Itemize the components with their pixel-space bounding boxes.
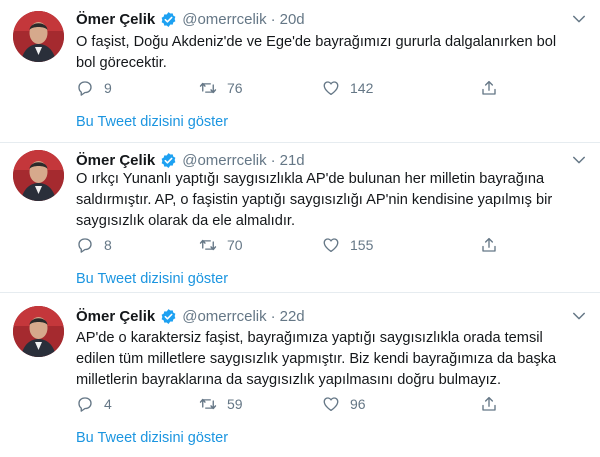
tweet[interactable]: Ömer Çelik @omerrcelik · 20d O faşist, D…: [0, 0, 600, 143]
share-button[interactable]: [480, 395, 498, 413]
tweet-text-line: saygısızlık olarak da ele almalıdır.: [76, 213, 296, 229]
share-icon: [482, 80, 496, 95]
verified-badge-icon: [161, 152, 176, 168]
retweet-icon: [199, 239, 217, 251]
author-handle[interactable]: @omerrcelik: [182, 152, 266, 169]
author-name[interactable]: Ömer Çelik: [76, 152, 155, 169]
like-icon: [323, 397, 339, 412]
tweet-text-line: O faşist, Doğu Akdeniz'de ve Ege'de bayr…: [76, 34, 557, 50]
tweet-time[interactable]: 21d: [280, 152, 305, 169]
reply-icon: [78, 238, 92, 253]
share-button[interactable]: [480, 79, 498, 97]
retweet-count: 59: [227, 396, 243, 412]
like-button[interactable]: 142: [322, 79, 373, 97]
verified-badge-icon: [161, 11, 176, 27]
share-icon: [482, 237, 496, 252]
like-count: 155: [350, 237, 374, 253]
tweet-text: O faşist, Doğu Akdeniz'de ve Ege'de bayr…: [76, 32, 576, 74]
separator-dot: ·: [270, 307, 276, 325]
author-name[interactable]: Ömer Çelik: [76, 308, 155, 325]
retweet-icon: [199, 398, 217, 410]
tweet-text-line: O ırkçı Yunanlı yaptığı saygısızlıkla AP…: [76, 171, 545, 187]
tweet-header: Ömer Çelik @omerrcelik · 21d: [76, 149, 588, 171]
like-icon: [323, 81, 339, 96]
tweet-header: Ömer Çelik @omerrcelik · 22d: [76, 305, 588, 327]
like-icon: [323, 238, 339, 253]
tweet[interactable]: Ömer Çelik @omerrcelik · 22d AP'de o kar…: [0, 293, 600, 457]
share-button[interactable]: [480, 236, 498, 254]
avatar[interactable]: [13, 11, 64, 62]
reply-count: 8: [104, 237, 112, 253]
separator-dot: ·: [270, 151, 276, 169]
author-name[interactable]: Ömer Çelik: [76, 11, 155, 28]
retweet-button[interactable]: 76: [199, 79, 243, 97]
tweet-actions: 4 59 96: [76, 393, 546, 415]
share-icon: [482, 396, 496, 411]
tweet-text-line: edilen tüm milletlere saygısızlık yapmış…: [76, 351, 557, 367]
show-thread-link[interactable]: Bu Tweet dizisini göster: [76, 271, 228, 287]
tweet-actions: 8 70 155: [76, 234, 546, 256]
like-count: 96: [350, 396, 366, 412]
retweet-button[interactable]: 70: [199, 236, 243, 254]
tweet-time[interactable]: 22d: [280, 308, 305, 325]
separator-dot: ·: [270, 10, 276, 28]
retweet-count: 70: [227, 237, 243, 253]
avatar[interactable]: [13, 306, 64, 357]
author-handle[interactable]: @omerrcelik: [182, 308, 266, 325]
tweet-feed: Ömer Çelik @omerrcelik · 20d O faşist, D…: [0, 0, 600, 457]
reply-icon: [78, 81, 92, 96]
show-thread-link[interactable]: Bu Tweet dizisini göster: [76, 430, 228, 446]
retweet-icon: [199, 82, 217, 94]
reply-count: 9: [104, 80, 112, 96]
tweet-text-line: bol görecektir.: [76, 55, 167, 71]
chevron-down-icon[interactable]: [570, 10, 588, 28]
retweet-button[interactable]: 59: [199, 395, 243, 413]
tweet-text: O ırkçı Yunanlı yaptığı saygısızlıkla AP…: [76, 169, 576, 232]
tweet-text-line: saldırmıştır. AP, o faşistin yaptığı say…: [76, 192, 553, 208]
verified-badge-icon: [161, 308, 176, 324]
reply-button[interactable]: 9: [76, 79, 112, 97]
like-count: 142: [350, 80, 374, 96]
tweet-text-line: milletlerin bayraklarına da saygısızlık …: [76, 372, 502, 388]
reply-button[interactable]: 8: [76, 236, 112, 254]
tweet[interactable]: Ömer Çelik @omerrcelik · 21d O ırkçı Yun…: [0, 143, 600, 293]
retweet-count: 76: [227, 80, 243, 96]
chevron-down-icon[interactable]: [570, 151, 588, 169]
tweet-text-line: AP'de o karaktersiz faşist, bayrağımıza …: [76, 330, 543, 346]
author-handle[interactable]: @omerrcelik: [182, 11, 266, 28]
like-button[interactable]: 155: [322, 236, 373, 254]
tweet-actions: 9 76 142: [76, 77, 546, 99]
tweet-header: Ömer Çelik @omerrcelik · 20d: [76, 8, 588, 30]
reply-count: 4: [104, 396, 112, 412]
chevron-down-icon[interactable]: [570, 307, 588, 325]
tweet-text: AP'de o karaktersiz faşist, bayrağımıza …: [76, 328, 576, 391]
like-button[interactable]: 96: [322, 395, 366, 413]
tweet-time[interactable]: 20d: [280, 11, 305, 28]
show-thread-link[interactable]: Bu Tweet dizisini göster: [76, 114, 228, 130]
avatar[interactable]: [13, 150, 64, 201]
reply-button[interactable]: 4: [76, 395, 112, 413]
reply-icon: [78, 397, 92, 412]
